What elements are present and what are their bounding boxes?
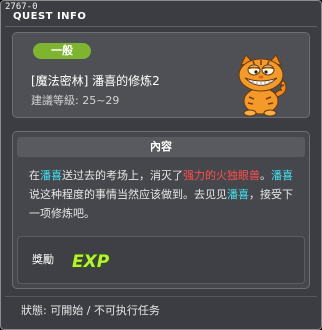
quest-status: 狀態: 可開始 / 不可执行任务 [21, 304, 160, 317]
quest-summary-panel: 一般 [魔法密林] 潘喜的修炼2 建議等級: 25~29 [12, 32, 310, 118]
svg-text:EXP: EXP [72, 252, 110, 272]
reward-label: 獎勵 [32, 253, 54, 266]
npc-name-highlight: 潘喜 [40, 169, 62, 182]
title-divider [5, 26, 317, 27]
footer-divider [5, 296, 317, 297]
quest-info-window: 2767-0 QUEST INFO 一般 [魔法密林] 潘喜的修炼2 建議等級:… [0, 0, 322, 330]
reward-box: 獎勵 EXP [17, 236, 305, 284]
desc-text: 说这种程度的事情当然应该做到。去见见 [29, 188, 227, 201]
npc-name-highlight: 潘喜 [271, 169, 293, 182]
content-header: 內容 [17, 137, 305, 157]
desc-text: 在 [29, 169, 40, 182]
quest-level-range: 建議等級: 25~29 [31, 94, 120, 107]
quest-content-panel: 內容 在潘喜送过去的考场上，消灭了强力的火独眼兽。潘喜说这种程度的事情当然应该做… [12, 131, 310, 289]
quest-description: 在潘喜送过去的考场上，消灭了强力的火独眼兽。潘喜说这种程度的事情当然应该做到。去… [29, 166, 299, 223]
window-title[interactable]: QUEST INFO [13, 11, 86, 23]
quest-category-badge: 一般 [33, 43, 91, 59]
garfield-cat-icon [238, 54, 287, 117]
npc-name-highlight: 潘喜 [227, 188, 249, 201]
desc-text: 。 [260, 169, 271, 182]
desc-text: 送过去的考场上，消灭了 [62, 169, 183, 182]
quest-name: [魔法密林] 潘喜的修炼2 [31, 74, 160, 88]
exp-icon: EXP [71, 251, 110, 272]
monster-name-highlight: 强力的火独眼兽 [183, 169, 260, 182]
